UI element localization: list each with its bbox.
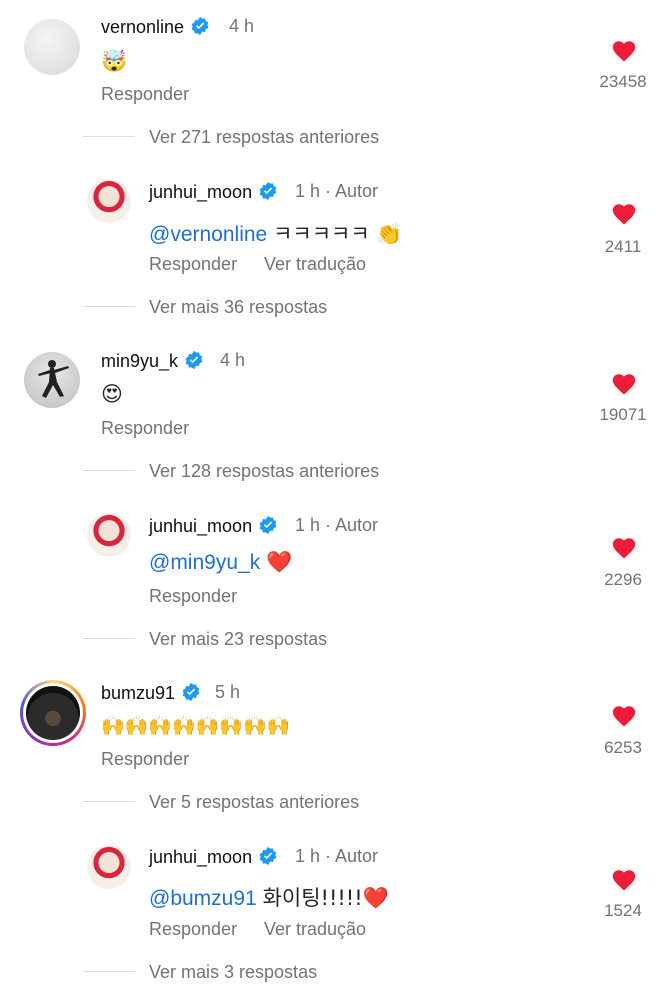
- heart-icon[interactable]: [611, 867, 637, 891]
- view-more-replies-button[interactable]: Ver mais 23 respostas: [149, 629, 327, 650]
- username[interactable]: junhui_moon: [149, 515, 278, 537]
- like-count: 1524: [604, 901, 642, 920]
- heart-icon[interactable]: [611, 38, 637, 62]
- mention-link[interactable]: @vernonline: [149, 223, 267, 246]
- reply-button[interactable]: Responder: [149, 586, 237, 607]
- avatar[interactable]: [87, 513, 131, 557]
- avatar-image: [26, 686, 80, 740]
- view-more-replies-button[interactable]: Ver mais 36 respostas: [149, 297, 327, 318]
- verified-badge-icon: [259, 846, 277, 866]
- verified-badge-icon: [191, 16, 209, 36]
- username[interactable]: min9yu_k: [101, 350, 204, 372]
- see-translation-button[interactable]: Ver tradução: [264, 254, 366, 275]
- mention-link[interactable]: @min9yu_k: [149, 551, 260, 574]
- timestamp: 1 h · Autor: [295, 846, 379, 866]
- heart-icon[interactable]: [611, 201, 637, 225]
- like-count: 23458: [599, 72, 647, 91]
- divider: [83, 801, 135, 802]
- comment-text: 🙌🙌🙌🙌🙌🙌🙌🙌: [101, 715, 291, 737]
- username[interactable]: bumzu91: [101, 682, 201, 704]
- view-more-replies-button[interactable]: Ver 271 respostas anteriores: [149, 127, 379, 148]
- like-count: 19071: [599, 405, 647, 424]
- timestamp: 4 h: [229, 16, 255, 36]
- verified-badge-icon: [259, 515, 277, 535]
- timestamp: 1 h · Autor: [295, 181, 379, 201]
- reply-button[interactable]: Responder: [101, 418, 189, 439]
- view-more-replies-button[interactable]: Ver mais 3 respostas: [149, 962, 317, 983]
- avatar[interactable]: [24, 352, 80, 408]
- divider: [83, 306, 135, 307]
- person-silhouette-icon: [38, 360, 69, 398]
- like-count: 2296: [604, 570, 642, 589]
- verified-badge-icon: [259, 181, 277, 201]
- avatar: [23, 683, 83, 743]
- view-more-replies-button[interactable]: Ver 5 respostas anteriores: [149, 792, 359, 813]
- timestamp: 1 h · Autor: [295, 515, 379, 535]
- like-count: 2411: [604, 237, 642, 256]
- verified-badge-icon: [185, 350, 203, 370]
- comment-text-content: 화이팅!!!!!❤️: [262, 886, 389, 910]
- reply-button[interactable]: Responder: [101, 84, 189, 105]
- reply-button[interactable]: Responder: [149, 254, 237, 275]
- comment-text: 🤯: [101, 49, 128, 73]
- divider: [83, 638, 135, 639]
- heart-icon[interactable]: [611, 703, 637, 727]
- divider: [83, 971, 135, 972]
- heart-icon[interactable]: [611, 371, 637, 395]
- comment-text-content: ㅋㅋㅋㅋㅋ 👏: [273, 222, 403, 246]
- avatar[interactable]: [24, 19, 80, 75]
- comment-text: @bumzu91 화이팅!!!!!❤️: [149, 882, 389, 912]
- comment-text: @vernonline ㅋㅋㅋㅋㅋ 👏: [149, 218, 403, 248]
- comment-text: @min9yu_k ❤️: [149, 550, 292, 575]
- timestamp: 5 h: [215, 682, 241, 702]
- like-count: 6253: [604, 738, 642, 757]
- comment-text: 😍: [101, 382, 123, 406]
- timestamp: 4 h: [220, 350, 246, 370]
- reply-button[interactable]: Responder: [101, 749, 189, 770]
- mention-link[interactable]: @bumzu91: [149, 887, 257, 910]
- username[interactable]: junhui_moon: [149, 181, 278, 203]
- avatar[interactable]: [87, 845, 131, 889]
- divider: [83, 470, 135, 471]
- username[interactable]: junhui_moon: [149, 846, 278, 868]
- see-translation-button[interactable]: Ver tradução: [264, 919, 366, 940]
- avatar[interactable]: [87, 179, 131, 223]
- username[interactable]: vernonline: [101, 16, 210, 38]
- avatar-story-ring[interactable]: [20, 680, 86, 746]
- heart-icon[interactable]: [611, 535, 637, 559]
- reply-button[interactable]: Responder: [149, 919, 237, 940]
- verified-badge-icon: [182, 682, 200, 702]
- comment-text-content: ❤️: [266, 550, 293, 574]
- divider: [83, 136, 135, 137]
- view-more-replies-button[interactable]: Ver 128 respostas anteriores: [149, 461, 379, 482]
